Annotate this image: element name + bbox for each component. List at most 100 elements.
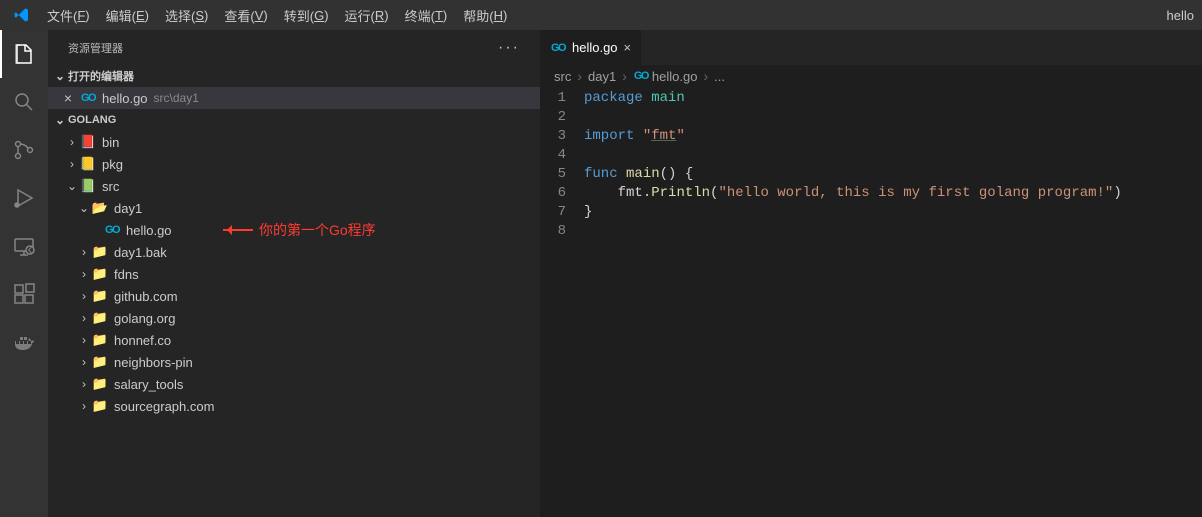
annotation: 你的第一个Go程序 [223,220,376,240]
menubar: 文件(F)编辑(E)选择(S)查看(V)转到(G)运行(R)终端(T)帮助(H)… [0,0,1202,30]
open-editors-label: 打开的编辑器 [68,68,134,84]
tree-item-label: day1 [114,201,142,216]
project-header[interactable]: ⌄ GOLANG [48,109,540,131]
chevron-right-icon: › [76,289,92,303]
tree-item-label: honnef.co [114,333,171,348]
tree-item-label: pkg [102,157,123,172]
go-file-icon: GO [80,90,96,106]
breadcrumb[interactable]: src›day1›GOhello.go›... [540,65,1202,87]
tree-item-honnef-co[interactable]: ›📁 honnef.co [48,329,540,351]
folder-open-icon: 📂 [92,200,108,216]
vscode-logo [4,7,39,23]
folder-green-icon: 📗 [80,178,96,194]
open-editor-item[interactable]: × GO hello.go src\day1 [48,87,540,109]
menu-e[interactable]: 编辑(E) [98,0,157,30]
chevron-right-icon: › [76,245,92,259]
tree-item-src[interactable]: ⌄📗 src [48,175,540,197]
tree-item-label: github.com [114,289,178,304]
tree-item-label: src [102,179,119,194]
tree-item-label: fdns [114,267,139,282]
chevron-right-icon: › [64,157,80,171]
folder-icon: 📁 [92,332,108,348]
menu-v[interactable]: 查看(V) [216,0,275,30]
menu-h[interactable]: 帮助(H) [455,0,515,30]
chevron-right-icon: › [76,333,92,347]
line-numbers: 12345678 [540,89,584,517]
file-tree: ›📕bin›📒pkg⌄📗src⌄📂day1›GOhello.go你的第一个Go程… [48,131,540,417]
window-title: hello [1167,8,1198,23]
chevron-right-icon: › [76,377,92,391]
tree-item-day1-bak[interactable]: ›📁day1.bak [48,241,540,263]
folder-icon: 📁 [92,310,108,326]
activity-remote[interactable] [0,222,48,270]
tree-item-salary-tools[interactable]: ›📁 salary_tools [48,373,540,395]
tree-item-sourcegraph-com[interactable]: ›📁 sourcegraph.com [48,395,540,417]
activity-debug[interactable] [0,174,48,222]
breadcrumb-item[interactable]: ... [714,69,725,84]
activity-search[interactable] [0,78,48,126]
breadcrumb-item[interactable]: src [554,69,571,84]
tree-item-label: day1.bak [114,245,167,260]
tree-item-label: bin [102,135,119,150]
menu-g[interactable]: 转到(G) [276,0,337,30]
activity-bar [0,30,48,517]
tree-item-label: salary_tools [114,377,183,392]
tree-item-label: neighbors-pin [114,355,193,370]
chevron-right-icon: › [76,355,92,369]
go-file-icon: GO [633,68,649,84]
close-icon[interactable]: × [60,90,76,106]
tree-item-hello-go[interactable]: ›GOhello.go你的第一个Go程序 [48,219,540,241]
explorer-label: 资源管理器 [68,40,123,56]
tree-item-label: golang.org [114,311,175,326]
close-icon[interactable]: × [624,40,632,55]
open-file-path: src\day1 [154,91,199,105]
folder-yellow-icon: 📒 [80,156,96,172]
project-label: GOLANG [68,114,116,126]
chevron-right-icon: › [76,267,92,281]
chevron-down-icon: ⌄ [64,179,80,193]
sidebar-more-icon[interactable]: ··· [498,39,520,57]
code-content[interactable]: package mainimport "fmt"func main() { fm… [584,89,1202,517]
chevron-down-icon: ⌄ [52,69,68,83]
tree-item-pkg[interactable]: ›📒 pkg [48,153,540,175]
activity-explorer[interactable] [0,30,48,78]
folder-icon: 📁 [92,376,108,392]
sidebar: 资源管理器 ··· ⌄ 打开的编辑器 × GO hello.go src\day… [48,30,540,517]
tree-item-label: sourcegraph.com [114,399,214,414]
sidebar-title: 资源管理器 ··· [48,30,540,65]
menu-t[interactable]: 终端(T) [397,0,456,30]
editor[interactable]: 12345678 package mainimport "fmt"func ma… [540,87,1202,517]
tree-item-golang-org[interactable]: ›📁 golang.org [48,307,540,329]
breadcrumb-item[interactable]: day1 [588,69,616,84]
tree-item-github-com[interactable]: ›📁 github.com [48,285,540,307]
tree-item-day1[interactable]: ⌄📂 day1 [48,197,540,219]
activity-scm[interactable] [0,126,48,174]
open-editors-header[interactable]: ⌄ 打开的编辑器 [48,65,540,87]
menu-f[interactable]: 文件(F) [39,0,98,30]
tree-item-label: hello.go [126,223,172,238]
chevron-right-icon: › [64,135,80,149]
folder-red-icon: 📕 [80,134,96,150]
chevron-right-icon: › [76,311,92,325]
tab-hello-go[interactable]: GO hello.go × [540,30,642,65]
tree-item-neighbors-pin[interactable]: ›📁neighbors-pin [48,351,540,373]
activity-extensions[interactable] [0,270,48,318]
chevron-right-icon: › [577,68,582,84]
open-file-name: hello.go [102,91,148,106]
tree-item-bin[interactable]: ›📕 bin [48,131,540,153]
tab-label: hello.go [572,40,618,55]
folder-icon: 📁 [92,398,108,414]
activity-docker[interactable] [0,318,48,366]
chevron-down-icon: ⌄ [76,201,92,215]
folder-icon: 📁 [92,288,108,304]
tab-bar: GO hello.go × [540,30,1202,65]
menu-r[interactable]: 运行(R) [337,0,397,30]
tree-item-fdns[interactable]: ›📁 fdns [48,263,540,285]
go-file-icon: GO [550,40,566,56]
menu-s[interactable]: 选择(S) [157,0,216,30]
go-icon: GO [104,222,120,238]
chevron-right-icon: › [703,68,708,84]
breadcrumb-item[interactable]: hello.go [652,69,698,84]
chevron-right-icon: › [76,399,92,413]
folder-icon: 📁 [92,266,108,282]
